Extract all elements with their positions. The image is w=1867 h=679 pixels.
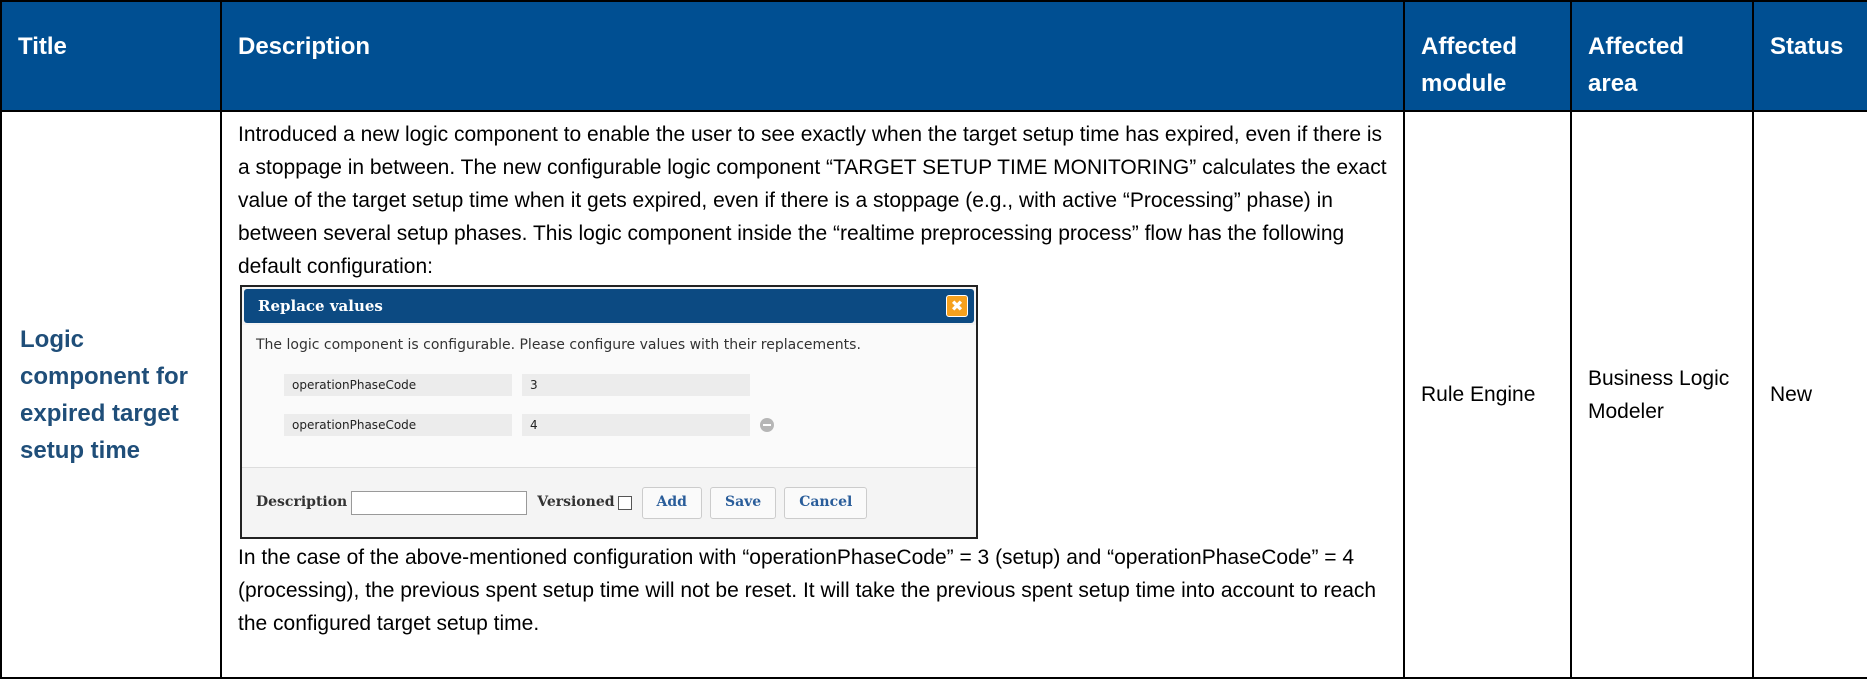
versioned-label: Versioned (537, 494, 615, 510)
close-icon[interactable]: ✖ (946, 295, 968, 317)
header-title: Title (0, 0, 222, 112)
replacement-row: operationPhaseCode 4 (284, 414, 962, 436)
dialog-title: Replace values (258, 296, 383, 315)
header-status: Status (1752, 0, 1867, 112)
row-affected-module: Rule Engine (1403, 110, 1572, 679)
replacement-key-field[interactable]: operationPhaseCode (284, 414, 512, 436)
row-affected-area: Business Logic Modeler (1570, 110, 1754, 679)
row-description: Introduced a new logic component to enab… (220, 110, 1405, 679)
replacement-value-field[interactable]: 4 (522, 414, 750, 436)
description-input[interactable] (351, 490, 528, 515)
dialog-hint: The logic component is configurable. Ple… (256, 337, 861, 353)
description-intro: Introduced a new logic component to enab… (238, 123, 1387, 278)
dialog-footer: Description Versioned Add Save Cancel (242, 467, 976, 537)
row-title: Logic component for expired target setup… (0, 110, 222, 679)
release-notes-table: Title Description Affected module Affect… (0, 0, 1867, 679)
header-affected-module: Affected module (1403, 0, 1572, 112)
versioned-checkbox[interactable] (617, 495, 632, 510)
add-button[interactable]: Add (641, 486, 702, 519)
replacement-value-field[interactable]: 3 (522, 374, 750, 396)
description-label: Description (256, 494, 348, 510)
replacement-row: operationPhaseCode 3 (284, 374, 962, 396)
remove-row-icon[interactable] (760, 418, 774, 432)
table-row: Logic component for expired target setup… (0, 110, 1867, 679)
replacement-key-field[interactable]: operationPhaseCode (284, 374, 512, 396)
header-row: Title Description Affected module Affect… (0, 0, 1867, 112)
cancel-button[interactable]: Cancel (784, 486, 868, 519)
row-status: New (1752, 110, 1867, 679)
dialog-header: Replace values ✖ (244, 289, 974, 323)
header-description: Description (220, 0, 1405, 112)
replace-values-dialog: Replace values ✖ The logic component is … (240, 285, 978, 539)
description-outro: In the case of the above-mentioned confi… (238, 546, 1377, 635)
dialog-body: The logic component is configurable. Ple… (242, 325, 976, 468)
save-button[interactable]: Save (709, 486, 777, 519)
header-affected-area: Affected area (1570, 0, 1754, 112)
